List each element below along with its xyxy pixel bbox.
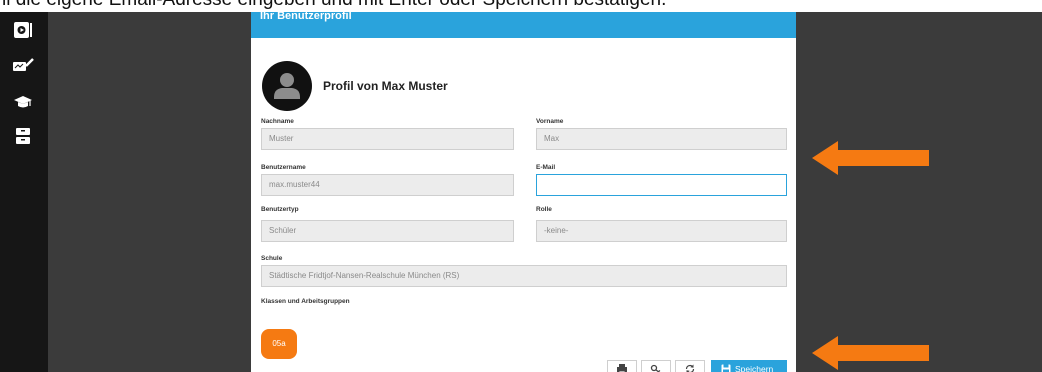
refresh-icon <box>685 364 695 372</box>
presentation-icon[interactable] <box>12 20 34 40</box>
firstname-label: Vorname <box>536 118 564 125</box>
save-button[interactable]: Speichern <box>711 360 787 372</box>
lastname-field[interactable]: Muster <box>261 128 514 150</box>
profile-panel: Ihr Benutzerprofil Profil von Max Muster… <box>251 10 796 372</box>
school-field[interactable]: Städtische Fridtjof-Nansen-Realschule Mü… <box>261 265 787 287</box>
arrow-save-icon <box>812 336 929 370</box>
sidebar <box>0 12 48 372</box>
arrow-email-icon <box>812 141 929 175</box>
avatar <box>262 61 312 111</box>
firstname-field[interactable]: Max <box>536 128 787 150</box>
archive-icon[interactable] <box>12 126 34 146</box>
role-field[interactable]: -keine- <box>536 220 787 242</box>
role-label: Rolle <box>536 206 552 213</box>
print-button[interactable] <box>607 360 637 372</box>
refresh-button[interactable] <box>675 360 705 372</box>
user-icon <box>274 73 300 99</box>
username-field[interactable]: max.muster44 <box>261 174 514 196</box>
printer-icon <box>617 364 627 372</box>
graduation-cap-icon[interactable] <box>12 92 34 112</box>
lastname-label: Nachname <box>261 118 294 125</box>
floppy-disk-icon <box>721 364 731 372</box>
pen-board-icon[interactable] <box>12 55 34 75</box>
instruction-caption: ll die eigene Email-Adresse eingeben und… <box>0 0 1042 12</box>
username-label: Benutzername <box>261 164 306 171</box>
school-label: Schule <box>261 255 283 262</box>
password-button[interactable] <box>641 360 671 372</box>
email-label: E-Mail <box>536 164 556 171</box>
usertype-field[interactable]: Schüler <box>261 220 514 242</box>
usertype-label: Benutzertyp <box>261 206 299 213</box>
panel-header: Ihr Benutzerprofil <box>251 10 796 38</box>
caption-text: ll die eigene Email-Adresse eingeben und… <box>2 0 666 11</box>
save-label: Speichern <box>735 364 774 372</box>
groups-label: Klassen und Arbeitsgruppen <box>261 298 350 305</box>
key-icon <box>650 364 661 372</box>
email-field[interactable] <box>536 174 787 196</box>
group-chip[interactable]: 05a <box>261 329 297 359</box>
profile-title: Profil von Max Muster <box>323 79 448 93</box>
